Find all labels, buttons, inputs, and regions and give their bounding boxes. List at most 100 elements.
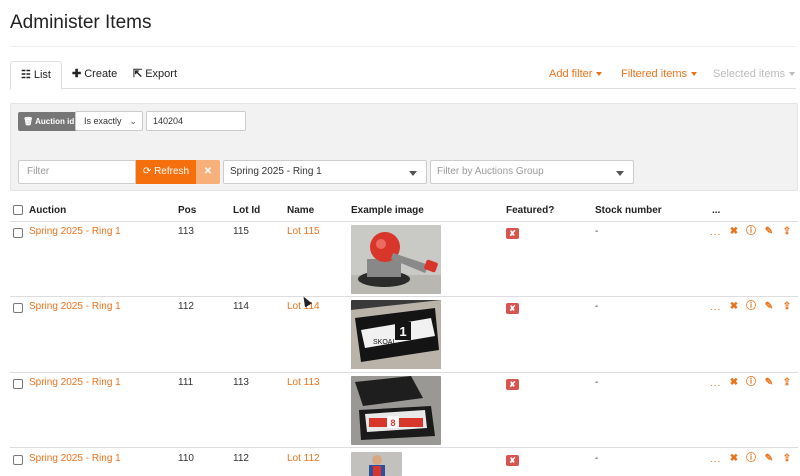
add-filter-dropdown[interactable]: Add filter xyxy=(549,61,603,89)
upload-icon[interactable]: ⇪ xyxy=(781,226,793,238)
search-input[interactable]: Filter xyxy=(18,160,136,184)
tab-export[interactable]: ⇱ Export xyxy=(123,61,187,89)
operator-select[interactable]: Is exactly ⌄ xyxy=(75,111,143,131)
pencil-icon[interactable]: ✎ xyxy=(763,377,775,389)
stock-number-cell: - xyxy=(595,226,599,237)
auction-link[interactable]: Spring 2025 - Ring 1 xyxy=(29,300,121,314)
tab-list-label: List xyxy=(33,69,51,81)
auction-id-filter-label: Auction id xyxy=(35,117,75,126)
upload-icon[interactable]: ⇪ xyxy=(781,377,793,389)
lot-id-cell: 114 xyxy=(233,301,249,312)
svg-text:SKOAL: SKOAL xyxy=(373,339,396,346)
row-checkbox[interactable] xyxy=(13,379,23,389)
lot-name-link[interactable]: Lot 112 xyxy=(287,452,320,466)
auction-link[interactable]: Spring 2025 - Ring 1 xyxy=(29,376,121,390)
auction-id-filter-button[interactable]: 🗑 Auction id xyxy=(18,112,80,131)
tab-export-label: Export xyxy=(145,68,178,80)
pencil-icon[interactable]: ✎ xyxy=(763,301,775,313)
tab-create-label: Create xyxy=(84,68,118,80)
row-divider xyxy=(10,372,798,373)
row-checkbox[interactable] xyxy=(13,228,23,238)
row-checkbox[interactable] xyxy=(13,455,23,465)
info-icon[interactable]: ⓘ xyxy=(745,226,757,238)
delete-icon[interactable]: ✖ xyxy=(728,377,740,389)
pos-cell: 110 xyxy=(178,453,194,464)
auction-id-input[interactable]: 140204 xyxy=(146,111,246,131)
not-featured-badge[interactable]: ✘ xyxy=(506,455,519,466)
title-divider xyxy=(10,46,796,47)
lot-id-cell: 115 xyxy=(233,226,249,237)
not-featured-badge[interactable]: ✘ xyxy=(506,228,519,239)
list-icon: ☷ xyxy=(21,69,31,81)
pos-cell: 112 xyxy=(178,301,194,312)
auctions-group-select[interactable]: Filter by Auctions Group xyxy=(430,160,634,184)
refresh-label: Refresh xyxy=(154,166,190,177)
add-filter-label: Add filter xyxy=(549,68,593,80)
info-icon[interactable]: ⓘ xyxy=(745,301,757,313)
upload-icon[interactable]: ⇪ xyxy=(781,301,793,313)
operator-value: Is exactly xyxy=(84,116,122,126)
delete-icon[interactable]: ✖ xyxy=(728,453,740,465)
clear-filter-button[interactable]: ✕ xyxy=(196,160,220,184)
auction-select[interactable]: Spring 2025 - Ring 1 xyxy=(223,160,427,184)
lot-id-cell: 112 xyxy=(233,453,249,464)
select-all-checkbox[interactable] xyxy=(13,205,23,215)
svg-text:8: 8 xyxy=(390,418,395,428)
filtered-items-label: Filtered items xyxy=(621,68,688,80)
more-menu[interactable]: ... xyxy=(710,302,721,313)
header-featured[interactable]: Featured? xyxy=(506,201,554,221)
delete-icon[interactable]: ✖ xyxy=(728,301,740,313)
plus-icon: ✚ xyxy=(72,68,82,80)
caret-down-icon xyxy=(691,72,698,77)
header-auction[interactable]: Auction xyxy=(29,201,66,221)
header-lot-id[interactable]: Lot Id xyxy=(233,201,260,221)
lot-id-cell: 113 xyxy=(233,377,249,388)
svg-text:1: 1 xyxy=(399,324,406,339)
header-name[interactable]: Name xyxy=(287,201,314,221)
tab-bar: ☷ List ✚ Create ⇱ Export Add filter Filtere… xyxy=(10,61,796,90)
item-image[interactable] xyxy=(351,225,441,294)
item-image[interactable]: 1 SKOAL xyxy=(351,300,441,369)
header-more: ... xyxy=(712,205,721,216)
item-image[interactable]: 8 xyxy=(351,376,441,445)
auction-link[interactable]: Spring 2025 - Ring 1 xyxy=(29,225,121,239)
row-checkbox[interactable] xyxy=(13,303,23,313)
info-icon[interactable]: ⓘ xyxy=(745,453,757,465)
upload-icon[interactable]: ⇪ xyxy=(781,453,793,465)
caret-down-icon xyxy=(616,171,624,176)
pos-cell: 111 xyxy=(178,377,194,388)
page-title: Administer Items xyxy=(10,12,152,33)
lot-name-link[interactable]: Lot 113 xyxy=(287,376,320,390)
pencil-icon[interactable]: ✎ xyxy=(763,453,775,465)
more-menu[interactable]: ... xyxy=(710,227,721,238)
header-example-image: Example image xyxy=(351,205,424,216)
auction-link[interactable]: Spring 2025 - Ring 1 xyxy=(29,452,121,466)
more-menu[interactable]: ... xyxy=(710,454,721,465)
trash-icon: 🗑 xyxy=(23,117,34,126)
auctions-group-placeholder: Filter by Auctions Group xyxy=(437,166,544,177)
delete-icon[interactable]: ✖ xyxy=(728,226,740,238)
header-stock-number[interactable]: Stock number xyxy=(595,201,662,221)
item-image[interactable] xyxy=(351,452,402,476)
auction-select-value: Spring 2025 - Ring 1 xyxy=(230,166,322,177)
pencil-icon[interactable]: ✎ xyxy=(763,226,775,238)
tab-list[interactable]: ☷ List xyxy=(10,61,62,90)
caret-down-icon xyxy=(789,72,796,77)
info-icon[interactable]: ⓘ xyxy=(745,377,757,389)
lot-name-link[interactable]: Lot 115 xyxy=(287,225,320,239)
header-pos[interactable]: Pos xyxy=(178,201,196,221)
not-featured-badge[interactable]: ✘ xyxy=(506,379,519,390)
stock-number-cell: - xyxy=(595,301,599,312)
refresh-button[interactable]: ⟳ Refresh xyxy=(136,160,196,184)
filtered-items-dropdown[interactable]: Filtered items xyxy=(621,61,698,89)
stock-number-cell: - xyxy=(595,377,599,388)
selected-items-label: Selected items xyxy=(713,68,786,80)
more-menu[interactable]: ... xyxy=(710,378,721,389)
not-featured-badge[interactable]: ✘ xyxy=(506,303,519,314)
header-divider xyxy=(10,221,798,222)
tab-create[interactable]: ✚ Create xyxy=(62,61,127,89)
pos-cell: 113 xyxy=(178,226,194,237)
row-divider xyxy=(10,296,798,297)
chevron-down-icon: ⌄ xyxy=(129,116,137,126)
selected-items-dropdown[interactable]: Selected items xyxy=(713,61,796,89)
